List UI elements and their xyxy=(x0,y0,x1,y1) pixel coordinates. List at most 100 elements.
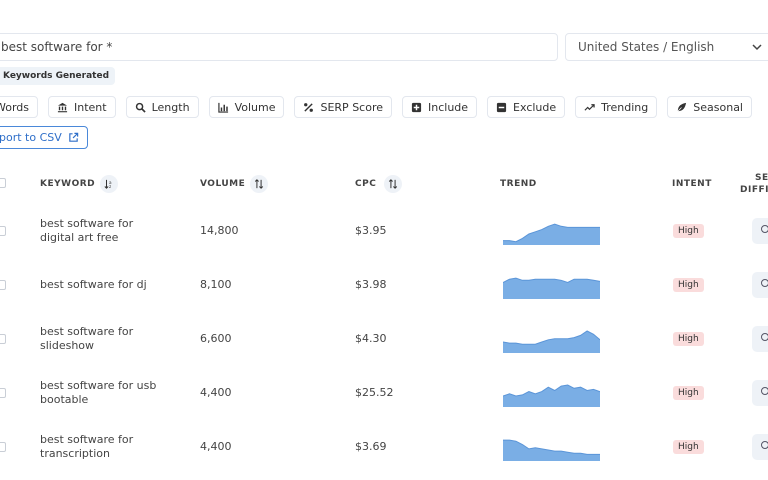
trend-area xyxy=(503,278,600,299)
gauge-icon xyxy=(761,279,768,287)
filter-intent-button[interactable]: Intent xyxy=(48,96,116,118)
serp-difficulty-button[interactable] xyxy=(752,326,768,352)
filter-label: Exclude xyxy=(513,100,557,114)
gauge-icon xyxy=(761,441,768,449)
keyword-line: best software for xyxy=(40,325,134,338)
sort-cpc-button[interactable] xyxy=(384,175,402,193)
volume-cell: 8,100 xyxy=(200,278,232,291)
filter-label: Intent xyxy=(74,100,107,114)
serp-difficulty-button[interactable] xyxy=(752,380,768,406)
serp-difficulty-button[interactable] xyxy=(752,272,768,298)
trend-icon xyxy=(584,103,595,111)
gauge-icon xyxy=(761,333,768,341)
minus-square-icon xyxy=(496,102,507,112)
plus-square-icon xyxy=(411,102,422,112)
keyword-cell[interactable]: best software for dj xyxy=(40,278,160,292)
export-label: port to CSV xyxy=(0,131,62,144)
export-csv-button[interactable]: port to CSV xyxy=(0,126,88,149)
volume-cell: 4,400 xyxy=(200,440,232,453)
keyword-cell[interactable]: best software for digital art free xyxy=(40,217,160,245)
trend-sparkline xyxy=(503,277,600,299)
trend-sparkline xyxy=(503,384,600,407)
select-all-checkbox[interactable] xyxy=(0,178,6,188)
cpc-cell: $3.95 xyxy=(355,224,387,237)
trend-sparkline xyxy=(503,439,600,461)
sort-keyword-button[interactable]: az xyxy=(100,175,118,193)
keyword-search-field[interactable] xyxy=(0,33,569,61)
trend-sparkline xyxy=(503,330,600,353)
row-checkbox[interactable] xyxy=(0,388,6,398)
volume-cell: 6,600 xyxy=(200,332,232,345)
filter-label: Volume xyxy=(234,100,276,114)
row-checkbox[interactable] xyxy=(0,226,6,236)
intent-badge: High xyxy=(673,386,704,400)
filter-words-button[interactable]: Words xyxy=(0,96,39,118)
intent-badge: High xyxy=(673,224,704,238)
keyword-cell[interactable]: best software for transcription xyxy=(40,433,160,461)
keyword-line: slideshow xyxy=(40,339,95,352)
trend-sparkline xyxy=(503,223,600,245)
header-serp: SE xyxy=(755,173,768,183)
row-checkbox[interactable] xyxy=(0,280,6,290)
header-trend: TREND xyxy=(500,179,537,189)
keyword-line: best software for xyxy=(40,433,134,446)
locale-value: United States / English xyxy=(578,40,715,54)
keyword-cell[interactable]: best software for usb bootable xyxy=(40,379,160,407)
filter-exclude-button[interactable]: Exclude xyxy=(487,96,566,118)
sort-volume-button[interactable] xyxy=(250,175,268,193)
keyword-cell[interactable]: best software for slideshow xyxy=(40,325,160,353)
cpc-cell: $25.52 xyxy=(355,386,394,399)
header-volume: VOLUME xyxy=(200,179,246,189)
filter-label: Seasonal xyxy=(693,100,743,114)
header-serp-difficulty: DIFFIC xyxy=(740,185,768,195)
cpc-cell: $3.98 xyxy=(355,278,387,291)
intent-badge: High xyxy=(673,278,704,292)
bank-icon xyxy=(57,102,68,112)
gauge-icon xyxy=(761,225,768,233)
sort-icon xyxy=(388,179,398,189)
external-link-icon xyxy=(69,132,79,142)
cpc-cell: $4.30 xyxy=(355,332,387,345)
header-intent: INTENT xyxy=(672,179,712,189)
row-checkbox[interactable] xyxy=(0,442,6,452)
keyword-line: digital art free xyxy=(40,231,119,244)
filter-include-button[interactable]: Include xyxy=(402,96,478,118)
keyword-line: best software for dj xyxy=(40,278,147,291)
filter-label: Length xyxy=(151,100,190,114)
svg-text:z: z xyxy=(109,184,111,189)
leaf-icon xyxy=(676,102,687,112)
filter-bar: Words Intent Length Volume SERP Score xyxy=(0,96,752,118)
header-keyword: KEYWORD xyxy=(40,179,96,189)
serp-difficulty-button[interactable] xyxy=(752,434,768,460)
serp-difficulty-button[interactable] xyxy=(752,218,768,244)
keyword-line: best software for usb xyxy=(40,379,157,392)
trend-area xyxy=(503,331,600,353)
keywords-generated-badge: Keywords Generated xyxy=(0,67,116,85)
filter-label: SERP Score xyxy=(320,100,383,114)
volume-cell: 14,800 xyxy=(200,224,239,237)
sort-icon: az xyxy=(104,179,112,189)
gauge-icon xyxy=(761,387,768,395)
volume-cell: 4,400 xyxy=(200,386,232,399)
header-cpc: CPC xyxy=(355,179,377,189)
locale-dropdown[interactable]: United States / English xyxy=(565,33,768,61)
search-icon xyxy=(135,102,146,113)
bar-chart-icon xyxy=(217,102,228,113)
chevron-down-icon xyxy=(752,44,762,51)
keyword-search-input[interactable] xyxy=(0,34,569,60)
filter-trending-button[interactable]: Trending xyxy=(575,96,658,118)
cpc-cell: $3.69 xyxy=(355,440,387,453)
percent-icon xyxy=(304,102,314,112)
badge-label: Keywords Generated xyxy=(3,71,110,81)
sort-icon xyxy=(254,179,264,189)
filter-seasonal-button[interactable]: Seasonal xyxy=(667,96,752,118)
filter-serp-score-button[interactable]: SERP Score xyxy=(294,96,392,118)
filter-length-button[interactable]: Length xyxy=(125,96,199,118)
row-checkbox[interactable] xyxy=(0,334,6,344)
intent-badge: High xyxy=(673,440,704,454)
intent-badge: High xyxy=(673,332,704,346)
filter-volume-button[interactable]: Volume xyxy=(208,96,285,118)
filter-label: Include xyxy=(428,100,469,114)
keyword-line: bootable xyxy=(40,393,89,406)
filter-label: Trending xyxy=(601,100,649,114)
